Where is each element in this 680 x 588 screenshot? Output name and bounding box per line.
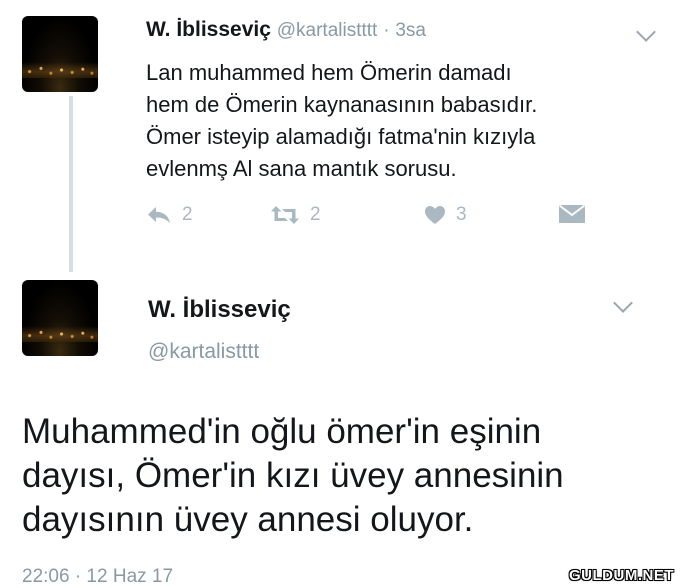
tweet-text: Lan muhammed hem Ömerin damadı hem de Öm… [146,57,666,185]
site-watermark: GULDUM.NET [569,567,674,584]
display-name[interactable]: W. İblisseviç [146,18,271,41]
like-button[interactable]: 3 [424,204,467,226]
reply-button[interactable]: 2 [146,204,193,226]
tweet-actions: 2 2 3 [0,204,680,234]
separator-dot: · [383,20,390,41]
tweet-text-line: evlenmş Al sana mantık sorusu. [146,156,457,181]
chevron-down-icon[interactable] [613,293,633,313]
tweet-timestamp[interactable]: 22:06 · 12 Haz 17 [22,566,173,588]
retweet-button[interactable]: 2 [270,204,321,226]
tweet-text-line: dayısının üvey annesi oluyor. [22,500,474,539]
tweet-time[interactable]: 3sa [395,20,426,41]
reply-icon [148,207,170,223]
avatar[interactable] [22,16,98,92]
username-handle[interactable]: @kartalistttt [277,20,378,41]
reply-count: 2 [182,204,193,225]
avatar-city-lights [22,326,98,342]
retweet-count: 2 [310,204,321,225]
tweet-text-line: Lan muhammed hem Ömerin damadı [146,60,512,85]
retweet-icon [271,206,299,224]
tweet-header: W. İblisseviç @kartalistttt · 3sa [146,18,426,42]
thread-connector-line [69,96,73,272]
tweet-text-line: dayısı, Ömer'in kızı üvey annesinin [22,456,564,495]
envelope-icon [558,204,586,223]
tweet-text-line: Muhammed'in oğlu ömer'in eşinin [22,412,542,451]
chevron-down-icon[interactable] [636,22,656,42]
username-handle[interactable]: @kartalistttt [148,340,259,364]
tweet-text-line: Ömer isteyip alamadığı fatma'nin kızıyla [146,124,536,149]
like-count: 3 [456,204,467,225]
display-name[interactable]: W. İblisseviç [148,296,291,324]
tweet-text: Muhammed'in oğlu ömer'in eşinin dayısı, … [22,410,672,542]
avatar[interactable] [22,280,98,356]
avatar-city-lights [22,62,98,78]
heart-icon [425,206,445,224]
tweet-text-line: hem de Ömerin kaynanasının babasıdır. [146,92,538,117]
direct-message-button[interactable] [558,204,586,224]
